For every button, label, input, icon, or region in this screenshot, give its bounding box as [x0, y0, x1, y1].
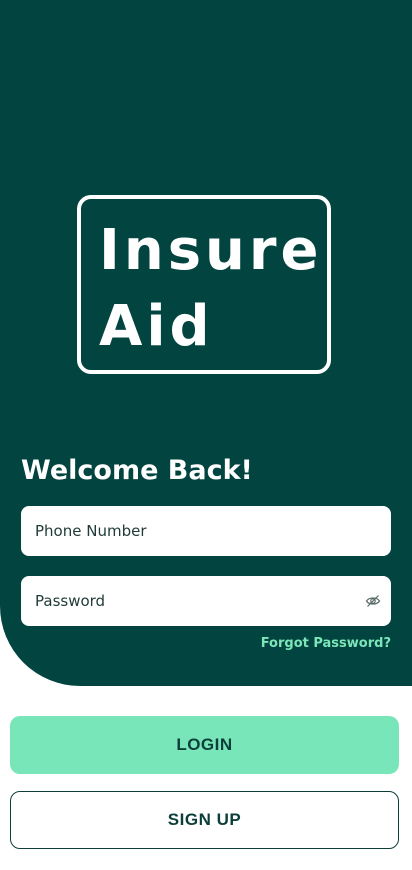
- logo-line-1: Insure: [99, 218, 323, 283]
- eye-off-icon[interactable]: [365, 593, 381, 609]
- password-input[interactable]: [33, 575, 379, 627]
- hero-panel: Insure Aid Welcome Back! Forgot Password…: [0, 0, 412, 686]
- phone-number-input[interactable]: [33, 505, 379, 557]
- password-field[interactable]: [21, 575, 391, 627]
- signup-button[interactable]: SIGN UP: [10, 791, 399, 849]
- forgot-password-link[interactable]: Forgot Password?: [261, 636, 391, 651]
- app-logo: Insure Aid: [77, 195, 331, 374]
- phone-number-field[interactable]: [21, 505, 391, 557]
- welcome-heading: Welcome Back!: [21, 455, 253, 486]
- login-button[interactable]: LOGIN: [10, 716, 399, 774]
- logo-line-2: Aid: [99, 294, 214, 359]
- login-screen: Insure Aid Welcome Back! Forgot Password…: [0, 0, 412, 870]
